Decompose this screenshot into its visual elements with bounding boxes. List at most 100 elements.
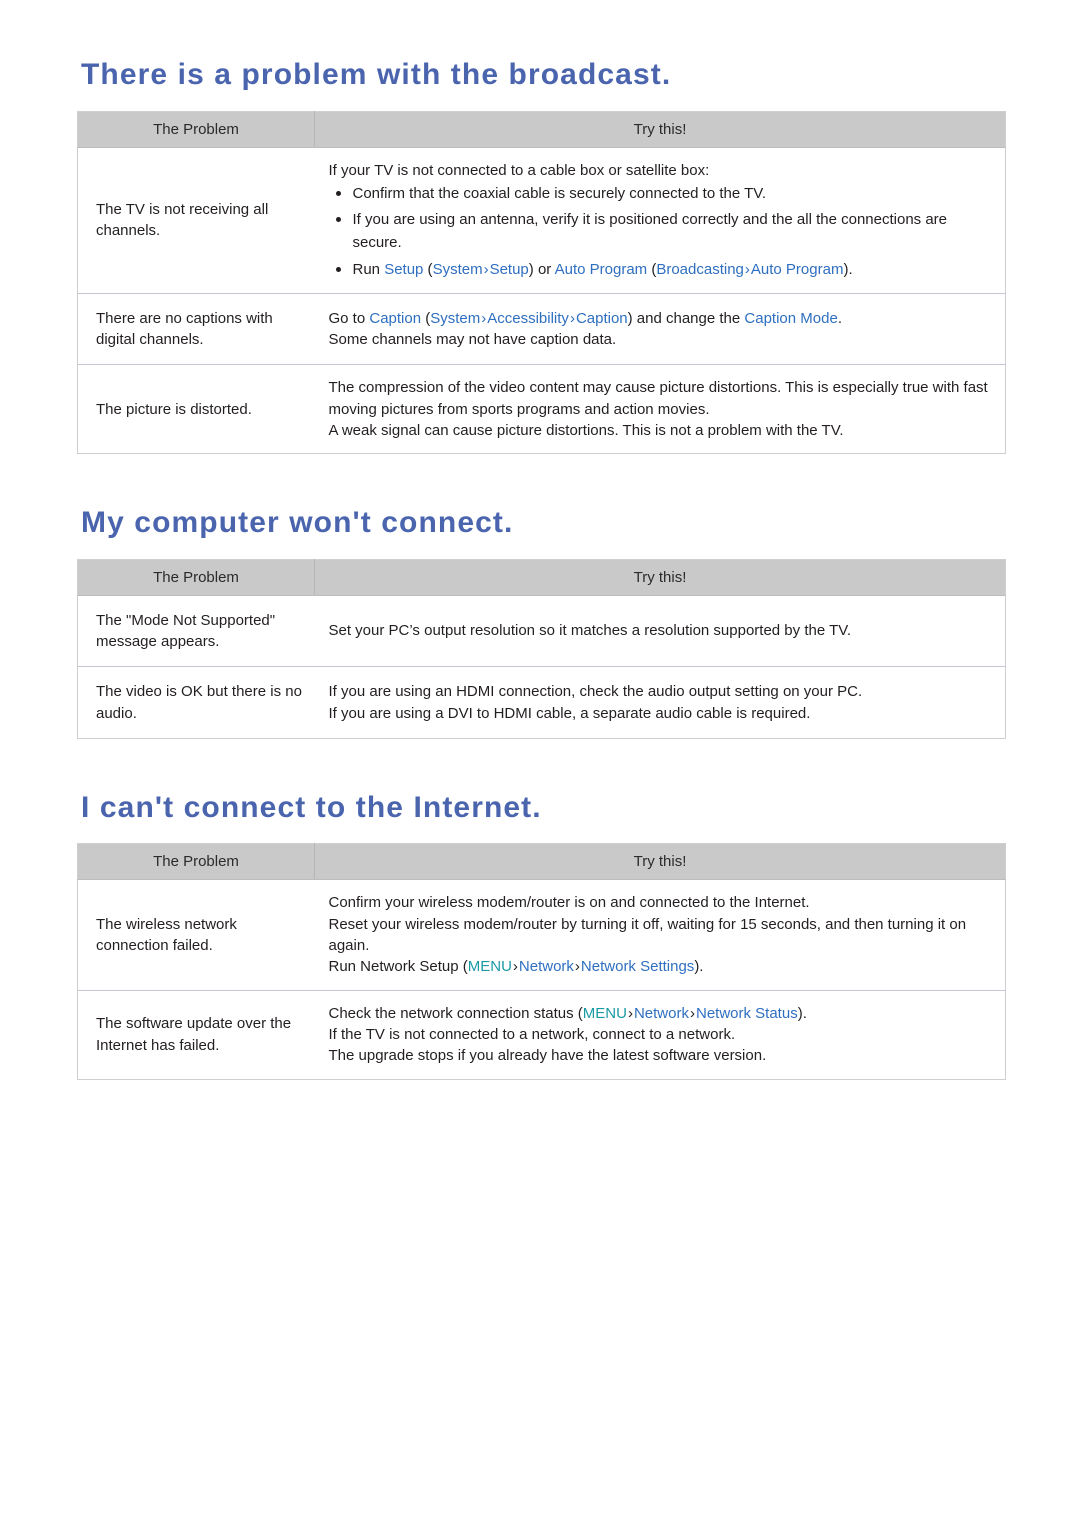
troubleshooting-section: My computer won't connect. The Problem Try… xyxy=(0,506,1080,791)
solution-bullet-item: Confirm that the coaxial cable is secure… xyxy=(329,182,992,205)
problem-cell: The video is OK but there is no audio. xyxy=(77,666,315,739)
section-heading: I can't connect to the Internet. xyxy=(81,790,542,824)
text-run: Set your PC’s output resolution so it ma… xyxy=(328,622,852,640)
document-page: There is a problem with the broadcast. Th… xyxy=(0,0,1080,1527)
menu-path-link: Broadcasting xyxy=(656,260,744,278)
menu-path-link: Network Settings xyxy=(580,958,695,976)
text-run: ( xyxy=(421,309,431,327)
text-run: ). xyxy=(694,958,704,976)
sections-container: There is a problem with the broadcast. Th… xyxy=(0,58,1080,1132)
solution-line: Set your PC’s output resolution so it ma… xyxy=(329,620,992,641)
menu-path-link: Setup xyxy=(489,260,529,278)
table-row: There are no captions with digital chann… xyxy=(77,292,1006,365)
problem-cell: The picture is distorted. xyxy=(77,364,315,454)
text-run: Confirm your wireless modem/router is on… xyxy=(328,894,810,912)
solution-line: Go to Caption (System›Accessibility›Capt… xyxy=(329,308,992,329)
chevron-right-icon: › xyxy=(627,1004,633,1022)
menu-path-link: System xyxy=(432,260,483,278)
troubleshooting-section: There is a problem with the broadcast. Th… xyxy=(0,58,1080,506)
menu-key-label: MENU xyxy=(467,958,512,976)
solution-intro-line: If your TV is not connected to a cable b… xyxy=(328,161,710,179)
text-run: Confirm that the coaxial cable is secure… xyxy=(352,184,767,202)
menu-path-link: System xyxy=(430,309,481,327)
problem-cell: The TV is not receiving all channels. xyxy=(96,200,269,240)
text-run: ) and change the xyxy=(627,309,745,327)
text-run: Run Network Setup ( xyxy=(328,958,468,976)
chevron-right-icon: › xyxy=(744,260,750,278)
solution-cell: The compression of the video content may… xyxy=(314,364,1006,454)
chevron-right-icon: › xyxy=(689,1004,695,1022)
text-run: ( xyxy=(423,260,433,278)
heading-table-spacer xyxy=(0,825,1080,843)
solution-bullet-item: If you are using an antenna, verify it i… xyxy=(329,208,992,255)
solution-line: A weak signal can cause picture distorti… xyxy=(329,420,992,441)
solution-line: Check the network connection status (MEN… xyxy=(329,1003,992,1024)
table-wrapper: The Problem Try this! The "Mode Not Suppor… xyxy=(0,558,1080,739)
troubleshooting-table: The Problem Try this! The wireless network… xyxy=(77,843,1006,1080)
menu-path-link: Caption Mode xyxy=(744,309,838,327)
chevron-right-icon: › xyxy=(483,260,489,278)
menu-path-link: Accessibility xyxy=(487,309,569,327)
table-row: The TV is not receiving all channels. If … xyxy=(78,147,1006,293)
solution-line: If the TV is not connected to a network,… xyxy=(329,1024,992,1045)
column-header-try-this: Try this! xyxy=(314,843,1006,881)
text-run: Some channels may not have caption data. xyxy=(328,331,617,349)
problem-cell: The wireless network connection failed. xyxy=(96,915,237,955)
problem-cell: The software update over the Internet ha… xyxy=(77,989,315,1080)
text-run: ( xyxy=(647,260,657,278)
column-header-problem: The Problem xyxy=(77,559,315,596)
chevron-right-icon: › xyxy=(512,958,518,976)
menu-path-link: Auto Program xyxy=(554,260,648,278)
text-run: The upgrade stops if you already have th… xyxy=(328,1047,767,1065)
text-run: Go to xyxy=(328,309,370,327)
column-header-problem: The Problem xyxy=(77,843,315,881)
solution-cell: Go to Caption (System›Accessibility›Capt… xyxy=(314,292,1006,365)
text-run: If you are using an HDMI connection, che… xyxy=(328,683,863,701)
section-heading: There is a problem with the broadcast. xyxy=(81,58,672,91)
solution-cell: Set your PC’s output resolution so it ma… xyxy=(315,595,1006,667)
menu-path-link: Caption xyxy=(575,309,628,327)
top-spacer xyxy=(0,0,1080,58)
text-run: A weak signal can cause picture distorti… xyxy=(328,421,844,439)
text-run: ) or xyxy=(528,260,555,278)
text-run: Reset your wireless modem/router by turn… xyxy=(328,915,967,955)
table-row: The wireless network connection failed. C… xyxy=(78,880,1006,990)
menu-path-link: Network Status xyxy=(695,1004,798,1022)
text-run: ). xyxy=(797,1004,807,1022)
menu-path-link: Network xyxy=(633,1004,689,1022)
table-row: The software update over the Internet ha… xyxy=(77,989,1006,1080)
solution-line: The upgrade stops if you already have th… xyxy=(329,1045,992,1066)
table-row: The video is OK but there is no audio. If… xyxy=(77,666,1006,739)
table-row: The picture is distorted. The compression… xyxy=(77,364,1006,454)
solution-cell: Check the network connection status (MEN… xyxy=(314,989,1006,1080)
chevron-right-icon: › xyxy=(569,309,575,327)
menu-key-label: MENU xyxy=(582,1004,627,1022)
troubleshooting-table: The Problem Try this! The "Mode Not Suppor… xyxy=(77,558,1006,739)
problem-cell: The "Mode Not Supported" message appears… xyxy=(96,611,276,651)
text-run: The compression of the video content may… xyxy=(328,379,988,418)
table-wrapper: The Problem Try this! The wireless network… xyxy=(0,843,1080,1080)
column-header-try-this: Try this! xyxy=(314,559,1006,596)
menu-path-link: Auto Program xyxy=(750,260,844,278)
solution-cell: Confirm your wireless modem/router is on… xyxy=(315,880,1006,990)
table-header-row: The Problem Try this! xyxy=(77,111,1006,148)
text-run: Run xyxy=(352,260,385,278)
table-header-row: The Problem Try this! xyxy=(77,559,1006,596)
text-run: If you are using a DVI to HDMI cable, a … xyxy=(328,704,811,722)
solution-line: If you are using an HDMI connection, che… xyxy=(329,681,992,702)
column-header-problem: The Problem xyxy=(77,111,315,148)
troubleshooting-section: I can't connect to the Internet. The Prob… xyxy=(0,791,1080,1132)
text-run: ). xyxy=(843,260,853,278)
text-run: Check the network connection status ( xyxy=(328,1004,583,1022)
solution-bullet-item: Run Setup (System›Setup) or Auto Program… xyxy=(329,258,992,281)
solution-line: If you are using a DVI to HDMI cable, a … xyxy=(329,703,992,724)
solution-cell: If you are using an HDMI connection, che… xyxy=(314,666,1006,739)
table-wrapper: The Problem Try this! The TV is not receiv… xyxy=(0,110,1080,455)
solution-line: The compression of the video content may… xyxy=(329,377,992,420)
menu-path-link: Setup xyxy=(384,260,424,278)
text-run: If you are using an antenna, verify it i… xyxy=(352,211,948,252)
solution-line: Run Network Setup (MENU›Network›Network … xyxy=(329,956,992,977)
